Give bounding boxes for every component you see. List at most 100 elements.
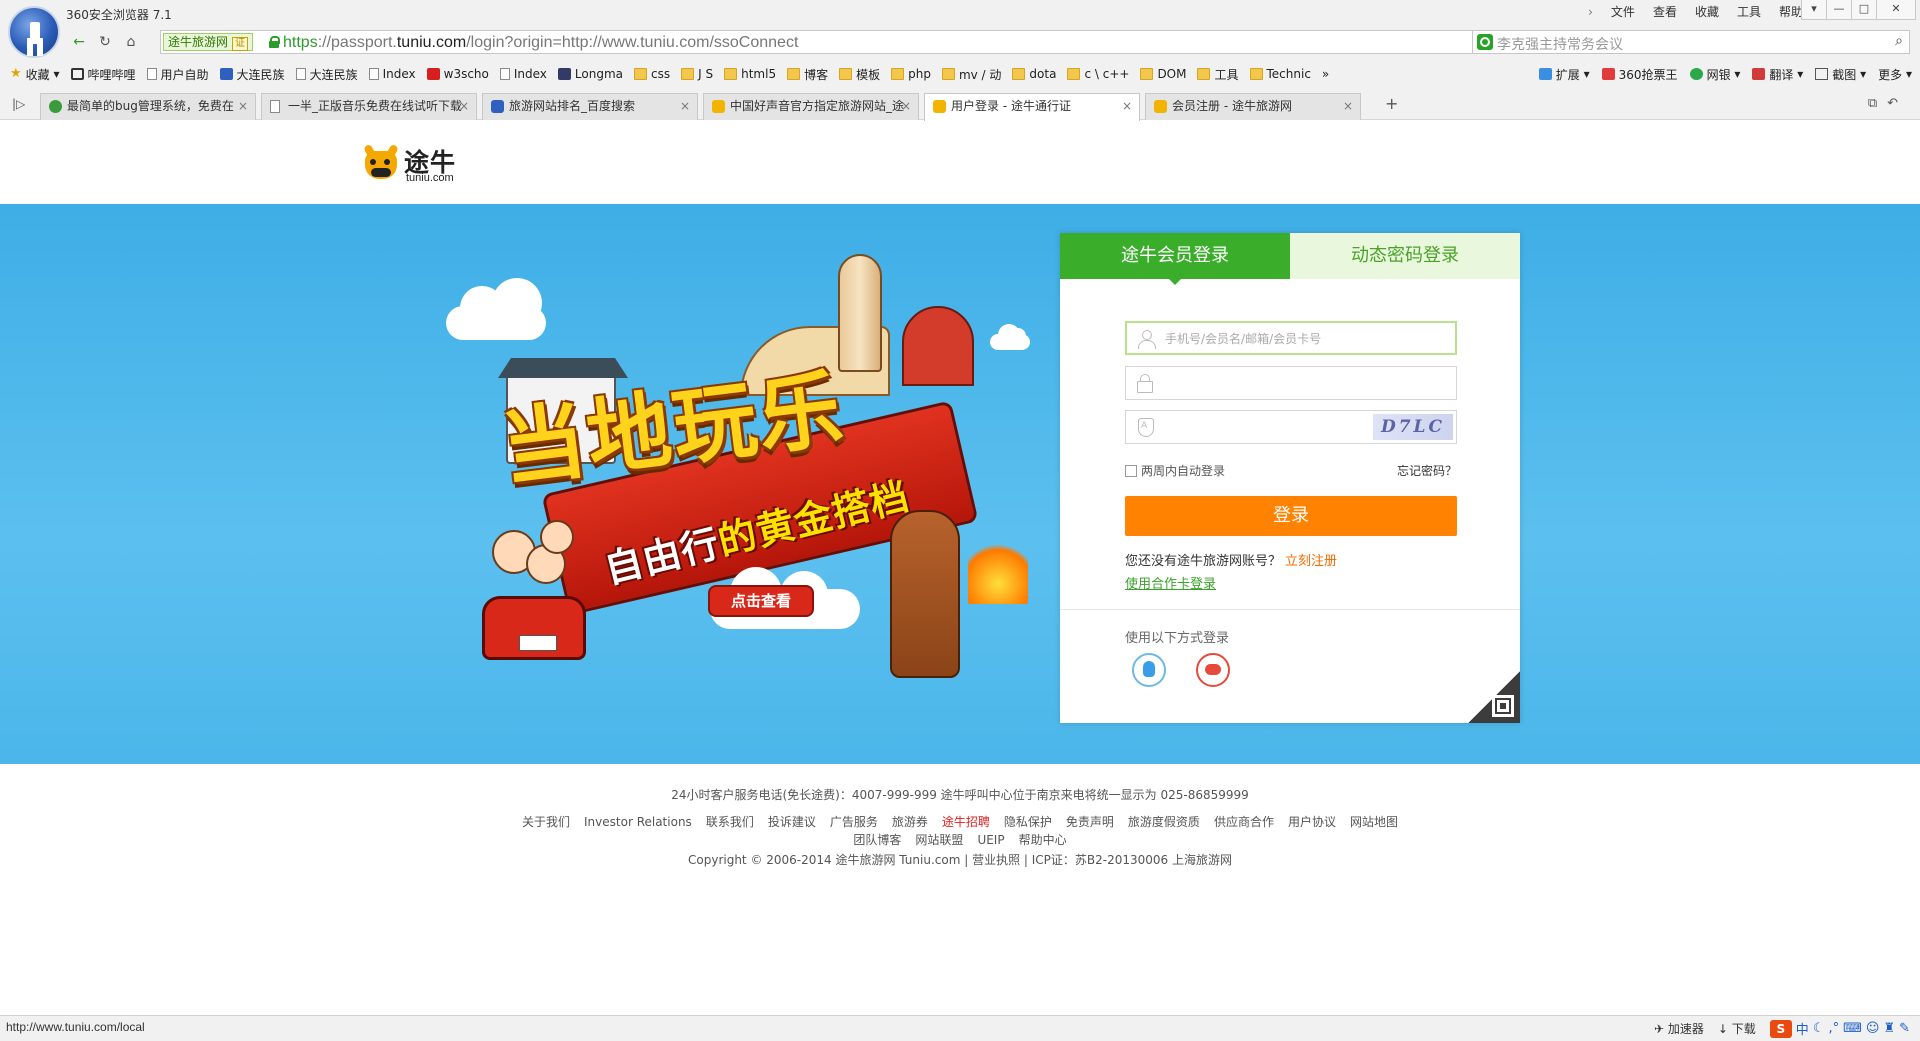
tab-dynamic-password-login[interactable]: 动态密码登录: [1290, 233, 1520, 279]
footer-link[interactable]: 网站地图: [1343, 813, 1405, 831]
bookmark-item[interactable]: w3scho: [426, 67, 489, 81]
back-arrow-icon[interactable]: ←: [66, 31, 92, 53]
360-browser-logo[interactable]: [8, 6, 60, 58]
bookmark-folder[interactable]: php: [891, 67, 931, 81]
bookmark-folder[interactable]: Technic: [1249, 67, 1311, 81]
translate-button[interactable]: 翻译 ▾: [1752, 66, 1803, 83]
screenshot-button[interactable]: 截图 ▾: [1815, 66, 1866, 83]
tab-close-icon[interactable]: ×: [238, 94, 248, 119]
footer-link-jobs[interactable]: 途牛招聘: [935, 813, 997, 831]
accelerator-button[interactable]: ✈ 加速器: [1654, 1020, 1704, 1037]
reload-icon[interactable]: ↻: [92, 31, 118, 53]
qq-icon[interactable]: [1132, 653, 1166, 687]
promo-view-button[interactable]: 点击查看: [708, 585, 814, 617]
bookmark-item[interactable]: 哔哩哔哩: [70, 66, 136, 83]
bookmark-folder[interactable]: 博客: [787, 66, 828, 83]
chevron-right-icon[interactable]: ›: [1581, 3, 1600, 21]
menu-tools[interactable]: 工具: [1730, 3, 1768, 21]
footer-link[interactable]: Investor Relations: [577, 813, 699, 831]
more-bookmarks-chevron-icon[interactable]: »: [1322, 67, 1329, 81]
username-field[interactable]: [1125, 321, 1457, 355]
footer-link[interactable]: 旅游度假资质: [1121, 813, 1207, 831]
tab-close-icon[interactable]: ×: [680, 94, 690, 119]
bookmark-folder[interactable]: c \ c++: [1067, 67, 1129, 81]
netbank-button[interactable]: 网银 ▾: [1689, 66, 1740, 83]
password-field[interactable]: [1125, 366, 1457, 400]
sidebar-toggle-icon[interactable]: |▷: [12, 97, 25, 111]
footer-link[interactable]: 广告服务: [823, 813, 885, 831]
weibo-icon[interactable]: [1196, 653, 1230, 687]
address-bar[interactable]: 途牛旅游网证 https://passport.tuniu.com/login?…: [160, 30, 1550, 54]
qr-code-icon[interactable]: [1468, 671, 1520, 723]
footer-link[interactable]: 帮助中心: [1012, 831, 1074, 849]
bookmark-folder[interactable]: DOM: [1140, 67, 1186, 81]
wrench-icon[interactable]: ✎: [1899, 1021, 1910, 1036]
bookmark-item[interactable]: Index: [499, 67, 547, 81]
ticket-button[interactable]: 360抢票王: [1601, 66, 1678, 83]
footer-link[interactable]: 联系我们: [699, 813, 761, 831]
partner-card-login-link[interactable]: 使用合作卡登录: [1125, 573, 1216, 592]
footer-link[interactable]: UEIP: [970, 831, 1011, 849]
close-window-button[interactable]: ✕: [1876, 0, 1916, 20]
bookmark-item[interactable]: Longma: [557, 67, 623, 81]
footer-link[interactable]: 网站联盟: [908, 831, 970, 849]
minimize-button[interactable]: —: [1826, 0, 1852, 20]
footer-link[interactable]: 关于我们: [515, 813, 577, 831]
bookmark-item[interactable]: Index: [368, 67, 416, 81]
menu-view[interactable]: 查看: [1646, 3, 1684, 21]
tab-member-login[interactable]: 途牛会员登录: [1060, 233, 1290, 285]
ime-language[interactable]: 中: [1796, 1019, 1809, 1038]
footer-link[interactable]: 旅游券: [885, 813, 935, 831]
ime-toolbar[interactable]: S 中 ☾ ,° ⌨ ☺ ♜ ✎: [1769, 1019, 1910, 1038]
footer-link[interactable]: 隐私保护: [997, 813, 1059, 831]
browser-tab[interactable]: 一半_正版音乐免费在线试听下载 ×: [261, 93, 477, 120]
auto-login-option[interactable]: 两周内自动登录: [1125, 462, 1225, 479]
browser-tab[interactable]: 会员注册 - 途牛旅游网 ×: [1145, 93, 1361, 120]
bookmark-favorites[interactable]: ★ 收藏 ▾: [10, 66, 60, 83]
login-button[interactable]: 登录: [1125, 496, 1457, 536]
username-input[interactable]: [1165, 329, 1365, 349]
shirt-icon[interactable]: ♜: [1883, 1021, 1895, 1036]
bookmark-folder[interactable]: dota: [1012, 67, 1056, 81]
bookmark-folder[interactable]: 模板: [839, 66, 880, 83]
home-icon[interactable]: ⌂: [118, 31, 144, 53]
browser-tab-active[interactable]: 用户登录 - 途牛通行证 ×: [924, 93, 1140, 121]
footer-link[interactable]: 投诉建议: [761, 813, 823, 831]
tab-close-icon[interactable]: ×: [1122, 94, 1132, 119]
promo-illustration[interactable]: 当地玩乐 自由行的黄金搭档 点击查看 途牛: [430, 244, 1040, 714]
site-identity-badge[interactable]: 途牛旅游网证: [163, 33, 254, 51]
bookmark-folder[interactable]: css: [634, 67, 670, 81]
browser-tab[interactable]: 中国好声音官方指定旅游网站_途 ×: [703, 93, 919, 120]
url-text[interactable]: https://passport.tuniu.com/login?origin=…: [283, 33, 798, 53]
captcha-input[interactable]: [1164, 417, 1364, 437]
forgot-password-link[interactable]: 忘记密码？: [1397, 462, 1457, 479]
bookmark-folder[interactable]: J S: [681, 67, 713, 81]
register-link[interactable]: 立刻注册: [1285, 554, 1337, 569]
footer-link[interactable]: 用户协议: [1281, 813, 1343, 831]
punctuation-icon[interactable]: ,°: [1828, 1021, 1839, 1036]
tab-close-icon[interactable]: ×: [459, 94, 469, 119]
tab-close-icon[interactable]: ×: [1343, 94, 1353, 119]
tuniu-logo[interactable]: 途牛 tuniu.com: [360, 141, 470, 189]
bookmark-folder[interactable]: mv / 动: [941, 66, 1001, 83]
search-box[interactable]: 李克强主持常务会议 ⌕: [1472, 30, 1910, 54]
footer-link[interactable]: 免责声明: [1059, 813, 1121, 831]
menu-file[interactable]: 文件: [1604, 3, 1642, 21]
footer-link[interactable]: 供应商合作: [1207, 813, 1281, 831]
auto-login-checkbox[interactable]: [1125, 464, 1137, 477]
search-icon[interactable]: ⌕: [1895, 33, 1903, 49]
bookmark-item[interactable]: 大连民族: [219, 66, 285, 83]
sogou-ime-icon[interactable]: S: [1769, 1019, 1792, 1038]
footer-link[interactable]: 团队博客: [846, 831, 908, 849]
bookmark-item[interactable]: 用户自助: [146, 66, 209, 83]
tab-close-icon[interactable]: ×: [901, 94, 911, 119]
bookmark-folder[interactable]: 工具: [1197, 66, 1239, 83]
download-button[interactable]: ↓ 下载: [1718, 1020, 1756, 1037]
tab-tools-icons[interactable]: ⧉↶: [1868, 96, 1908, 111]
menu-favorites[interactable]: 收藏: [1688, 3, 1726, 21]
bookmark-folder[interactable]: html5: [724, 67, 776, 81]
new-tab-plus-icon[interactable]: +: [1385, 94, 1398, 113]
user-icon[interactable]: ☺: [1866, 1021, 1880, 1036]
captcha-image[interactable]: D7LC: [1373, 414, 1453, 440]
search-engine-icon[interactable]: [1477, 34, 1493, 50]
